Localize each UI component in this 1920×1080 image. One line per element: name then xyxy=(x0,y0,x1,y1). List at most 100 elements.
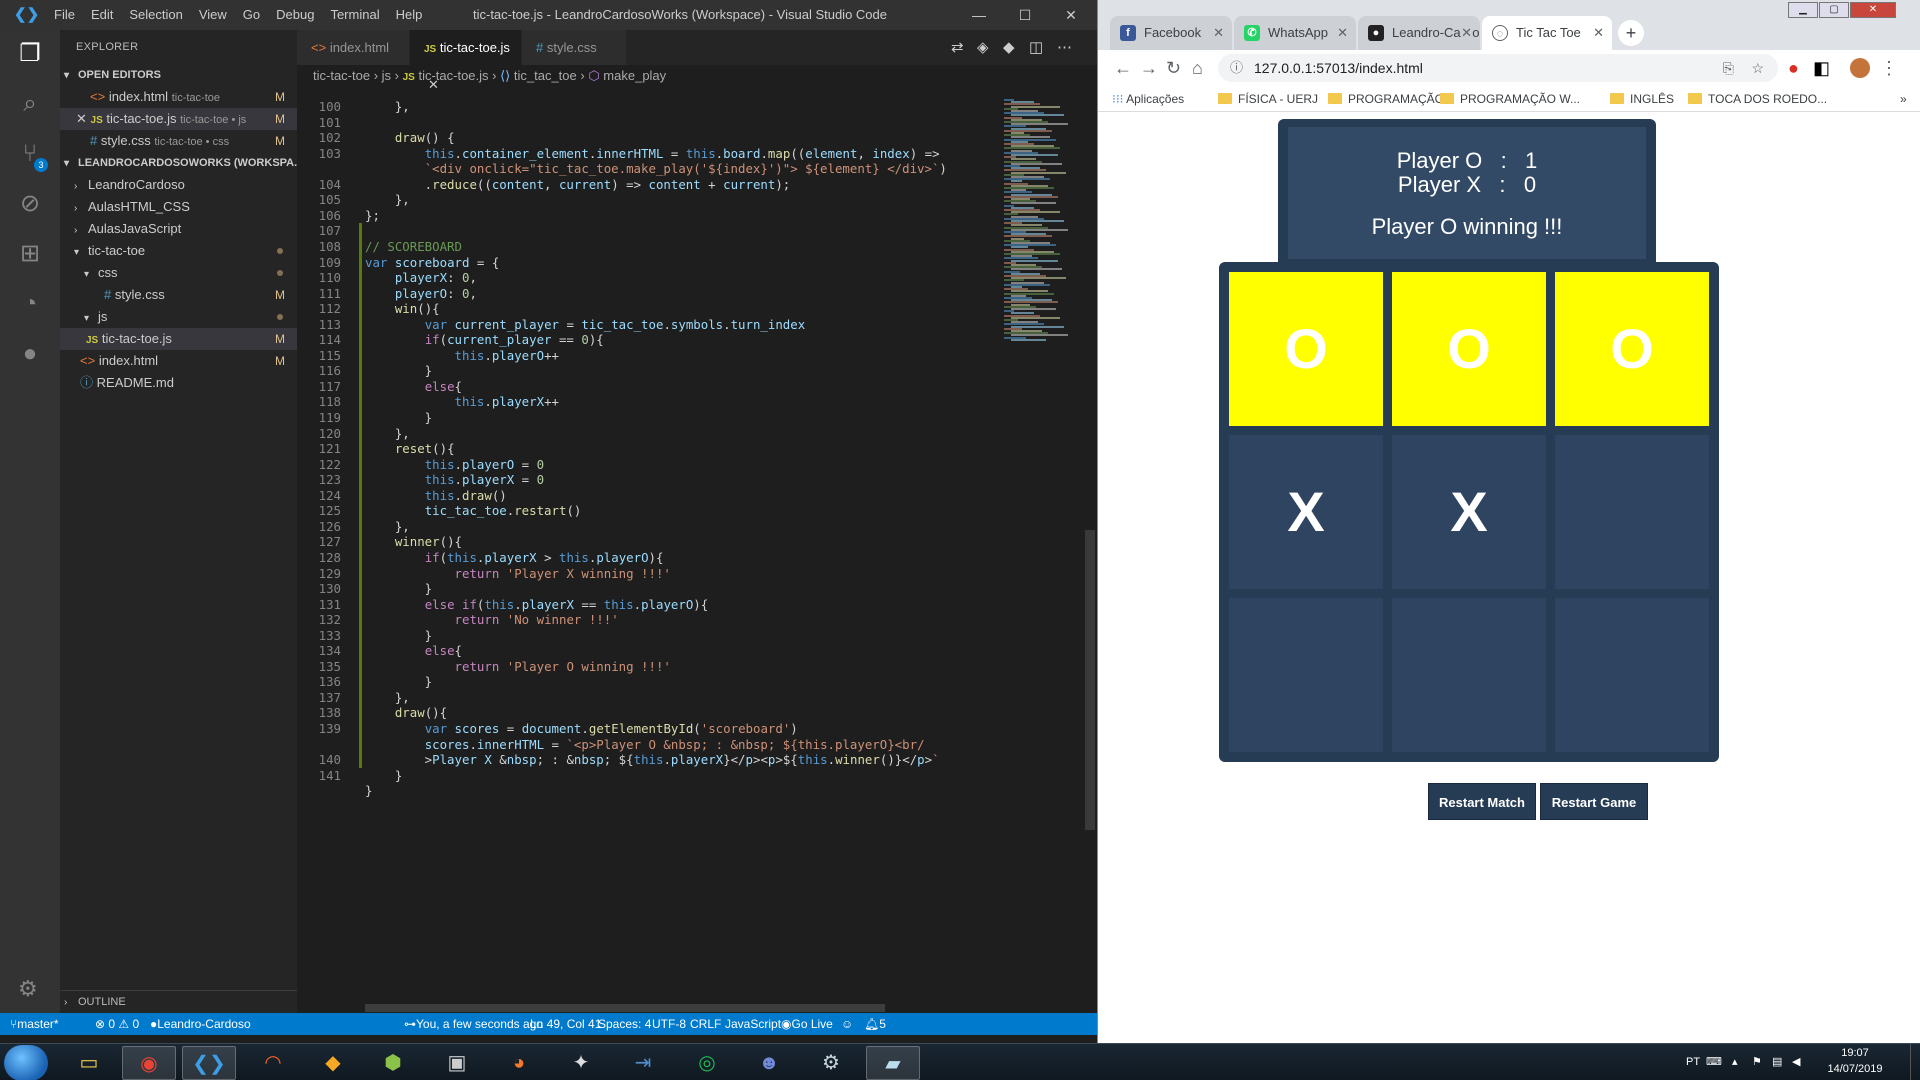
menu-view[interactable]: View xyxy=(191,0,235,30)
app-icon[interactable]: ⇥ xyxy=(616,1046,670,1080)
code-line[interactable]: `<div onclick="tic_tac_toe.make_play('${… xyxy=(365,161,947,176)
chrome-tab-whatsapp[interactable]: ✆ WhatsApp ✕ xyxy=(1234,16,1356,50)
extension-icon[interactable]: ◧ xyxy=(1813,58,1830,79)
code-line[interactable]: }, xyxy=(365,99,410,114)
code-line[interactable]: playerO: 0, xyxy=(365,286,477,301)
menu-debug[interactable]: Debug xyxy=(268,0,322,30)
back-icon[interactable]: ← xyxy=(1114,58,1132,79)
volume-icon[interactable]: ◀ xyxy=(1792,1055,1800,1068)
bookmark-folder[interactable]: PROGRAMAÇÃO W... xyxy=(1440,86,1580,112)
blender-icon[interactable]: ◕ xyxy=(492,1046,546,1080)
close-tab-icon[interactable]: ✕ xyxy=(1213,16,1224,50)
new-tab-button[interactable]: + xyxy=(1618,20,1644,46)
code-line[interactable]: } xyxy=(365,674,432,689)
blame-status[interactable]: ⊶ You, a few seconds ago xyxy=(404,1013,543,1035)
code-line[interactable]: }, xyxy=(365,690,410,705)
chrome-close-icon[interactable]: ✕ xyxy=(1850,2,1896,18)
bookmarks-overflow-icon[interactable]: » xyxy=(1900,86,1907,112)
code-line[interactable]: this.draw() xyxy=(365,488,507,503)
language-status[interactable]: JavaScript xyxy=(725,1013,781,1035)
menu-terminal[interactable]: Terminal xyxy=(322,0,387,30)
code-line[interactable]: win(){ xyxy=(365,301,440,316)
tree-folder[interactable]: › AulasJavaScript xyxy=(60,218,297,240)
tree-folder[interactable]: › LeandroCardoso xyxy=(60,174,297,196)
code-line[interactable]: this.playerX++ xyxy=(365,394,559,409)
code-line[interactable]: } xyxy=(365,410,432,425)
open-changes-icon[interactable]: ◈ xyxy=(977,30,989,65)
code-line[interactable]: else{ xyxy=(365,643,462,658)
code-line[interactable]: // SCOREBOARD xyxy=(365,239,462,254)
minimize-icon[interactable]: — xyxy=(956,0,1002,30)
code-line[interactable]: reset(){ xyxy=(365,441,455,456)
editor-horizontal-scrollbar[interactable] xyxy=(365,1004,885,1012)
flag-icon[interactable]: ⚑ xyxy=(1752,1055,1762,1068)
breadcrumb-item[interactable]: make_play xyxy=(603,68,666,83)
app-icon[interactable]: ▰ xyxy=(866,1046,920,1080)
profile-avatar[interactable] xyxy=(1850,58,1870,78)
encoding-status[interactable]: UTF-8 xyxy=(652,1013,686,1035)
tree-file[interactable]: <> index.html M xyxy=(60,350,297,372)
tree-folder-open[interactable]: ▾ js xyxy=(60,306,297,328)
board-cell[interactable]: O xyxy=(1392,272,1546,426)
code-line[interactable]: return 'Player O winning !!!' xyxy=(365,659,671,674)
tree-file-active[interactable]: JS tic-tac-toe.js M xyxy=(60,328,297,350)
code-line[interactable]: draw() { xyxy=(365,130,455,145)
code-editor[interactable]: 100 }, 101 102 draw() {103 this.container_… xyxy=(297,87,997,1013)
translate-icon[interactable]: ⎘ xyxy=(1723,54,1734,82)
opera-extension-icon[interactable]: ● xyxy=(1788,58,1799,79)
notifications-status[interactable]: 🔔︎ 5 xyxy=(864,1013,886,1035)
tree-folder-open[interactable]: ▾ tic-tac-toe xyxy=(60,240,297,262)
code-line[interactable]: if(current_player == 0){ xyxy=(365,332,604,347)
bookmark-folder[interactable]: FÍSICA - UERJ xyxy=(1218,86,1318,112)
code-line[interactable]: scores.innerHTML = `<p>Player O &nbsp; :… xyxy=(365,737,925,752)
board-cell[interactable] xyxy=(1555,598,1709,752)
board-cell[interactable]: X xyxy=(1392,435,1546,589)
workspace-header[interactable]: ▾ LEANDROCARDOSOWORKS (WORKSPA... xyxy=(60,152,303,174)
extensions-icon[interactable]: ⊞ xyxy=(10,234,50,274)
code-line[interactable]: } xyxy=(365,363,432,378)
breadcrumb-item[interactable]: tic_tac_toe xyxy=(514,68,577,83)
code-line[interactable]: }; xyxy=(365,208,380,223)
gitlens-compare-icon[interactable]: ◆ xyxy=(1003,30,1015,65)
breadcrumb-item[interactable]: tic-tac-toe xyxy=(313,68,370,83)
chrome-menu-icon[interactable]: ⋮ xyxy=(1880,58,1898,79)
tree-file[interactable]: # style.css M xyxy=(60,284,297,306)
open-editor-item-active[interactable]: ✕ JS tic-tac-toe.js tic-tac-toe • js M xyxy=(60,108,297,130)
tab-index-html[interactable]: <> index.html xyxy=(297,30,409,65)
start-button[interactable] xyxy=(4,1045,48,1080)
clock-time[interactable]: 19:07 xyxy=(1820,1047,1890,1059)
vscode-icon[interactable]: ❮❯ xyxy=(182,1046,236,1080)
code-line[interactable]: } xyxy=(365,581,432,596)
tab-style-css[interactable]: # style.css xyxy=(522,30,626,65)
restart-game-button[interactable]: Restart Game xyxy=(1540,783,1648,820)
keyboard-icon[interactable]: ⌨ xyxy=(1706,1055,1722,1068)
network-icon[interactable]: ▤ xyxy=(1772,1055,1782,1068)
code-line[interactable]: this.playerO++ xyxy=(365,348,559,363)
branch-status[interactable]: ⑂ master* xyxy=(10,1013,59,1035)
chrome-icon[interactable]: ◉ xyxy=(122,1046,176,1080)
cursor-position[interactable]: Ln 49, Col 41 xyxy=(530,1013,601,1035)
code-line[interactable]: } xyxy=(365,783,372,798)
close-editor-icon[interactable]: ✕ xyxy=(76,111,87,126)
site-info-icon[interactable]: ⓘ xyxy=(1230,54,1243,82)
maximize-icon[interactable]: ☐ xyxy=(1002,0,1048,30)
chrome-maximize-icon[interactable]: ▢ xyxy=(1819,2,1849,18)
close-icon[interactable]: ✕ xyxy=(1048,0,1094,30)
board-cell[interactable]: X xyxy=(1229,435,1383,589)
explorer-icon[interactable]: ❐ xyxy=(10,34,50,74)
problems-status[interactable]: ⊗ 0 ⚠ 0 xyxy=(95,1013,139,1035)
breadcrumb-item[interactable]: tic-tac-toe.js xyxy=(418,68,488,83)
code-line[interactable]: if(this.playerX > this.playerO){ xyxy=(365,550,664,565)
split-editor-icon[interactable]: ◫ xyxy=(1029,30,1043,65)
board-cell[interactable] xyxy=(1229,598,1383,752)
board-cell[interactable] xyxy=(1555,435,1709,589)
menu-file[interactable]: File xyxy=(46,0,83,30)
show-desktop-button[interactable] xyxy=(1910,1044,1918,1080)
code-line[interactable]: var current_player = tic_tac_toe.symbols… xyxy=(365,317,806,332)
app-icon[interactable]: ◠ xyxy=(246,1046,300,1080)
indentation-status[interactable]: Spaces: 4 xyxy=(598,1013,651,1035)
eol-status[interactable]: CRLF xyxy=(690,1013,721,1035)
code-line[interactable]: winner(){ xyxy=(365,534,462,549)
reload-icon[interactable]: ↻ xyxy=(1166,58,1181,79)
board-cell[interactable]: O xyxy=(1229,272,1383,426)
